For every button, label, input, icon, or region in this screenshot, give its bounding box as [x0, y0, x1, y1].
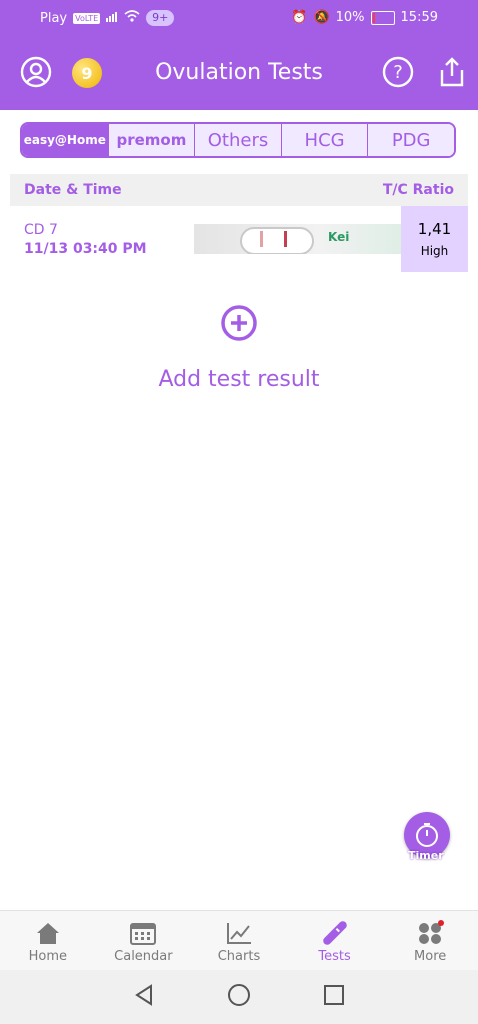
recents-square-icon [324, 985, 344, 1005]
share-button[interactable] [436, 56, 468, 88]
home-icon [34, 919, 62, 947]
test-datetime: 11/13 03:40 PM [24, 241, 147, 257]
ratio-level: High [420, 244, 449, 258]
tab-calendar[interactable]: Calendar [96, 911, 192, 971]
status-bar: Play VoLTE 9+ ⏰ 🔕 10% 15:59 [0, 0, 478, 36]
tab-home[interactable]: Home [0, 911, 96, 971]
tab-tests-label: Tests [318, 948, 351, 964]
volte-icon: VoLTE [73, 12, 101, 24]
plus-circle-icon [221, 305, 257, 341]
mute-icon: 🔕 [313, 10, 330, 25]
carrier-label: Play [40, 10, 68, 26]
recents-button[interactable] [323, 984, 345, 1010]
ratio-value: 1,41 [417, 220, 452, 238]
table-row[interactable]: CD 7 11/13 03:40 PM Kei 1,41 High [10, 206, 468, 272]
column-tc-ratio: T/C Ratio [382, 182, 454, 198]
add-test-result-button[interactable]: Add test result [0, 305, 478, 392]
more-icon [416, 919, 445, 947]
test-line [284, 231, 287, 247]
app-header: Play VoLTE 9+ ⏰ 🔕 10% 15:59 9 Ovulation … [0, 0, 478, 110]
back-triangle-icon [135, 984, 152, 1006]
tab-more[interactable]: More [382, 911, 478, 971]
tab-easy-home[interactable]: easy@Home [22, 124, 109, 156]
column-date-time: Date & Time [24, 182, 122, 198]
ratio-cell: 1,41 High [401, 206, 468, 272]
help-icon: ? [382, 56, 414, 88]
stopwatch-icon [416, 823, 438, 847]
tab-tests[interactable]: Tests [287, 911, 383, 971]
timer-label: Timer [408, 849, 444, 862]
add-test-result-label: Add test result [158, 367, 320, 392]
tab-home-label: Home [28, 948, 67, 964]
tab-hcg[interactable]: HCG [281, 124, 369, 156]
battery-icon [370, 10, 395, 25]
bottom-tab-bar: Home Calendar Charts Tests More [0, 910, 478, 971]
timer-button[interactable]: Timer [404, 812, 450, 862]
svg-text:?: ? [393, 62, 403, 83]
tab-premom[interactable]: premom [108, 124, 196, 156]
calendar-icon [129, 919, 157, 947]
table-header: Date & Time T/C Ratio [10, 174, 468, 206]
tab-more-label: More [414, 948, 447, 964]
strip-brand-label: Kei [328, 230, 350, 244]
test-strip-image[interactable]: Kei [194, 224, 402, 254]
signal-icon [106, 11, 118, 26]
clock: 15:59 [400, 10, 438, 25]
test-strip-icon [321, 919, 349, 947]
wifi-icon [124, 10, 140, 26]
home-nav-button[interactable] [227, 983, 251, 1011]
brand-tabs: easy@Home premom Others HCG PDG [20, 122, 456, 158]
tab-charts-label: Charts [217, 948, 261, 964]
chart-icon [225, 919, 253, 947]
help-button[interactable]: ? [382, 56, 414, 88]
notification-count-badge: 9+ [146, 10, 175, 26]
share-icon [440, 57, 464, 87]
alarm-icon: ⏰ [291, 10, 308, 25]
system-nav-bar [0, 970, 478, 1024]
cycle-day: CD 7 [24, 222, 58, 238]
home-circle-icon [228, 984, 250, 1006]
tab-charts[interactable]: Charts [191, 911, 287, 971]
tab-others[interactable]: Others [195, 124, 282, 156]
control-line [260, 231, 263, 247]
tab-calendar-label: Calendar [114, 948, 173, 964]
battery-percent: 10% [335, 10, 365, 25]
back-button[interactable] [133, 984, 155, 1010]
tab-pdg[interactable]: PDG [368, 124, 454, 156]
